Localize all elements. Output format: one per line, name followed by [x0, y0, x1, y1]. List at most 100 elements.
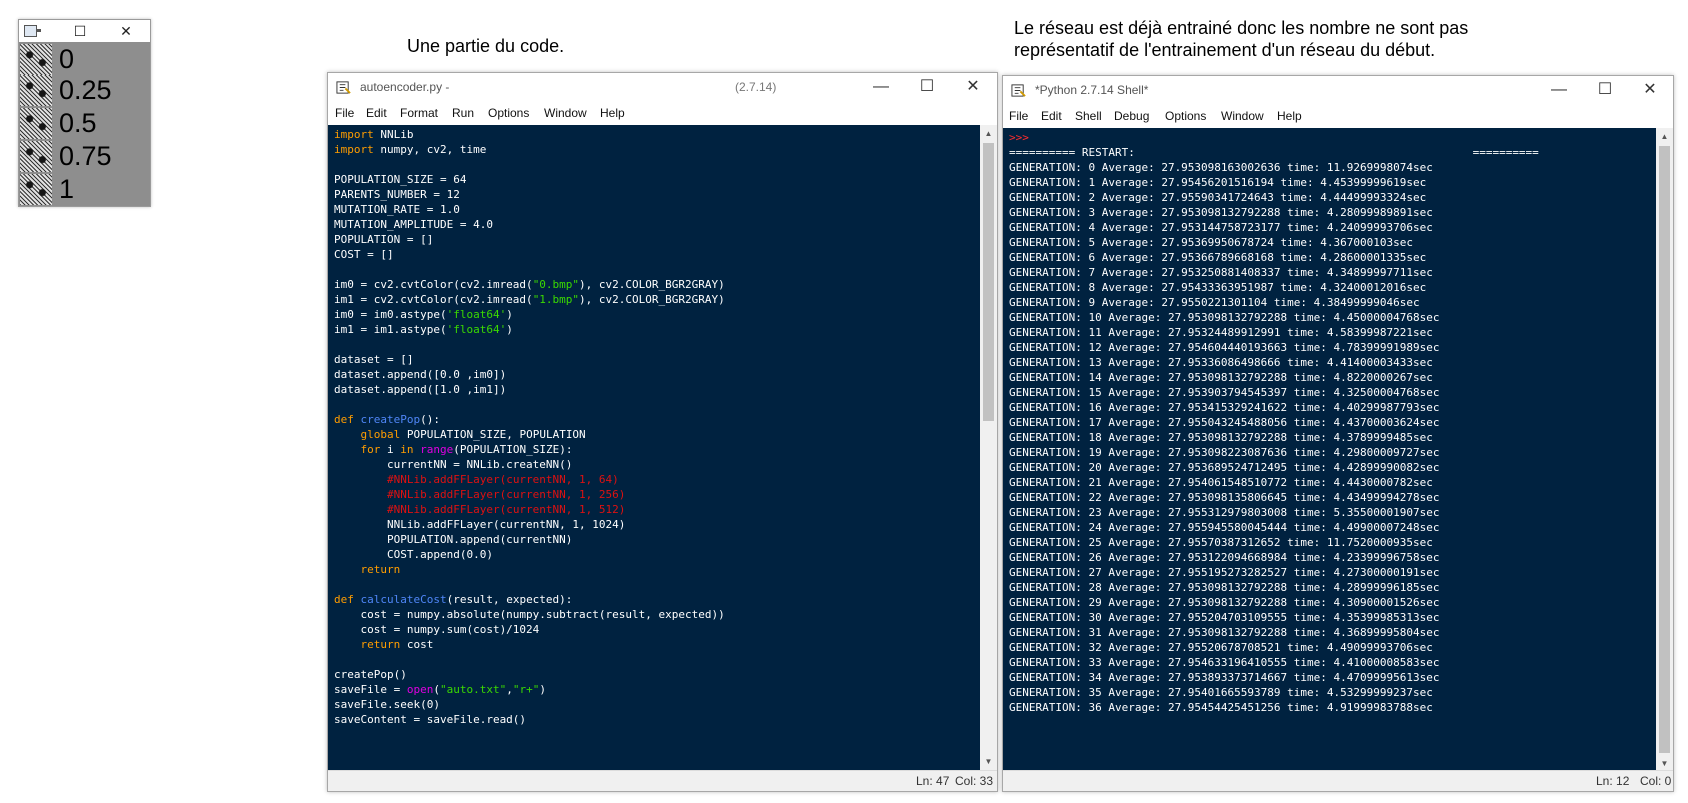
generation-line: GENERATION: 15 Average: 27.9539037945453… — [1009, 386, 1440, 399]
preview-row: 0.75 — [19, 141, 150, 172]
menu-help[interactable]: Help — [600, 106, 625, 120]
generation-line: GENERATION: 20 Average: 27.9536895247124… — [1009, 461, 1440, 474]
generation-line: GENERATION: 4 Average: 27.95314475872317… — [1009, 221, 1433, 234]
menu-help[interactable]: Help — [1277, 109, 1302, 123]
shell-title: *Python 2.7.14 Shell* — [1035, 83, 1149, 97]
generation-line: GENERATION: 30 Average: 27.9552047031095… — [1009, 611, 1440, 624]
generation-line: GENERATION: 24 Average: 27.9559455800454… — [1009, 521, 1440, 534]
menu-window[interactable]: Window — [544, 106, 587, 120]
generation-line: GENERATION: 11 Average: 27.9532448991299… — [1009, 326, 1433, 339]
close-icon[interactable]: ✕ — [1627, 76, 1673, 106]
maximize-icon[interactable]: ☐ — [904, 73, 950, 103]
minimize-icon[interactable]: — — [1536, 76, 1582, 106]
shell-prompt: >>> — [1009, 131, 1029, 144]
generation-line: GENERATION: 6 Average: 27.95366789668168… — [1009, 251, 1427, 264]
python-idle-icon — [336, 81, 351, 94]
face-thumbnail — [20, 141, 52, 172]
shell-caption-line1: Le réseau est déjà entrainé donc les nom… — [1014, 18, 1469, 38]
scroll-thumb[interactable] — [983, 143, 994, 421]
face-thumbnail — [20, 44, 52, 75]
menu-window[interactable]: Window — [1221, 109, 1264, 123]
menu-format[interactable]: Format — [400, 106, 438, 120]
shell-caption-line2: représentatif de l'entrainement d'un rés… — [1014, 40, 1436, 60]
generation-line: GENERATION: 19 Average: 27.9530982230876… — [1009, 446, 1440, 459]
scroll-down-icon[interactable]: ▼ — [980, 753, 997, 770]
preview-row: 1 — [19, 174, 150, 205]
column-indicator: Col: 0 — [1640, 774, 1672, 788]
source-code: import NNLib import numpy, cv2, time POP… — [334, 128, 725, 726]
editor-version: (2.7.14) — [735, 80, 777, 94]
shell-window: *Python 2.7.14 Shell* — ☐ ✕ File Edit Sh… — [1002, 75, 1674, 792]
maximize-icon[interactable]: ☐ — [69, 21, 91, 41]
minimize-icon[interactable]: — — [858, 73, 904, 103]
face-thumbnail — [20, 174, 52, 205]
preview-row: 0 — [19, 44, 150, 75]
app-icon — [24, 25, 41, 37]
editor-titlebar: autoencoder.py - (2.7.14) — ☐ ✕ — [328, 73, 997, 103]
preview-titlebar: ☐ ✕ — [19, 20, 150, 42]
restart-line: ========== RESTART: ========== — [1009, 146, 1539, 159]
generation-line: GENERATION: 7 Average: 27.95325088140833… — [1009, 266, 1433, 279]
column-indicator: Col: 33 — [955, 774, 994, 788]
code-caption: Une partie du code. — [407, 36, 565, 56]
menu-edit[interactable]: Edit — [366, 106, 387, 120]
generation-line: GENERATION: 8 Average: 27.95433363951987… — [1009, 281, 1427, 294]
generation-line: GENERATION: 33 Average: 27.9546331964105… — [1009, 656, 1440, 669]
close-icon[interactable]: ✕ — [115, 21, 137, 41]
generation-line: GENERATION: 34 Average: 27.9538933737146… — [1009, 671, 1440, 684]
code-editor[interactable]: import NNLib import numpy, cv2, time POP… — [328, 125, 980, 770]
shell-output[interactable]: >>> ========== RESTART: ========== GENER… — [1003, 128, 1656, 772]
shell-scrollbar[interactable]: ▲ ▼ — [1656, 128, 1673, 772]
menu-debug[interactable]: Debug — [1114, 109, 1149, 123]
close-icon[interactable]: ✕ — [950, 73, 996, 103]
scroll-up-icon[interactable]: ▲ — [1656, 128, 1673, 145]
menu-file[interactable]: File — [335, 106, 354, 120]
menu-edit[interactable]: Edit — [1041, 109, 1062, 123]
generation-line: GENERATION: 12 Average: 27.9546044401936… — [1009, 341, 1440, 354]
generation-line: GENERATION: 28 Average: 27.9530981327922… — [1009, 581, 1440, 594]
face-thumbnail — [20, 108, 52, 139]
shell-menubar: File Edit Shell Debug Options Window Hel… — [1003, 106, 1673, 128]
preview-value: 0.5 — [59, 108, 97, 138]
preview-value: 0.75 — [59, 141, 112, 171]
generation-line: GENERATION: 9 Average: 27.9550221301104 … — [1009, 296, 1420, 309]
generation-line: GENERATION: 2 Average: 27.95590341724643… — [1009, 191, 1427, 204]
editor-scrollbar[interactable]: ▲ ▼ — [980, 125, 997, 770]
editor-title: autoencoder.py - — [360, 80, 450, 94]
generation-line: GENERATION: 23 Average: 27.9553129798030… — [1009, 506, 1440, 519]
generation-line: GENERATION: 27 Average: 27.9551952732825… — [1009, 566, 1440, 579]
generation-line: GENERATION: 25 Average: 27.9557038731265… — [1009, 536, 1433, 549]
menu-options[interactable]: Options — [1165, 109, 1206, 123]
line-indicator: Ln: 12 — [1596, 774, 1630, 788]
editor-menubar: File Edit Format Run Options Window Help — [328, 103, 997, 125]
shell-titlebar: *Python 2.7.14 Shell* — ☐ ✕ — [1003, 76, 1673, 106]
face-thumbnail — [20, 75, 52, 106]
preview-row: 0.5 — [19, 108, 150, 139]
shell-statusbar: Ln: 12 Col: 0 — [1003, 770, 1673, 791]
scroll-up-icon[interactable]: ▲ — [980, 125, 997, 142]
maximize-icon[interactable]: ☐ — [1582, 76, 1628, 106]
menu-shell[interactable]: Shell — [1075, 109, 1102, 123]
menu-file[interactable]: File — [1009, 109, 1028, 123]
line-indicator: Ln: 47 — [916, 774, 950, 788]
generation-line: GENERATION: 26 Average: 27.9531220946689… — [1009, 551, 1440, 564]
menu-run[interactable]: Run — [452, 106, 474, 120]
generation-line: GENERATION: 16 Average: 27.9534153292416… — [1009, 401, 1440, 414]
generation-line: GENERATION: 3 Average: 27.95309813279228… — [1009, 206, 1433, 219]
generation-line: GENERATION: 0 Average: 27.95309816300263… — [1009, 161, 1433, 174]
editor-statusbar: Ln: 47 Col: 33 — [328, 770, 997, 791]
generation-line: GENERATION: 35 Average: 27.9540166559378… — [1009, 686, 1433, 699]
editor-window: autoencoder.py - (2.7.14) — ☐ ✕ File Edi… — [327, 72, 998, 792]
generation-line: GENERATION: 31 Average: 27.9530981327922… — [1009, 626, 1440, 639]
preview-value: 1 — [59, 174, 75, 204]
shell-text: >>> ========== RESTART: ========== GENER… — [1003, 128, 1656, 715]
generation-line: GENERATION: 21 Average: 27.9540615485107… — [1009, 476, 1433, 489]
menu-options[interactable]: Options — [488, 106, 529, 120]
generation-line: GENERATION: 14 Average: 27.9530981327922… — [1009, 371, 1433, 384]
generation-line: GENERATION: 22 Average: 27.9530981358066… — [1009, 491, 1440, 504]
generation-line: GENERATION: 29 Average: 27.9530981327922… — [1009, 596, 1440, 609]
python-shell-icon — [1011, 84, 1026, 97]
scroll-thumb[interactable] — [1659, 146, 1670, 753]
preview-body: 0 0.25 0.5 0.75 1 — [19, 42, 150, 206]
generation-log: GENERATION: 0 Average: 27.95309816300263… — [1009, 161, 1439, 714]
